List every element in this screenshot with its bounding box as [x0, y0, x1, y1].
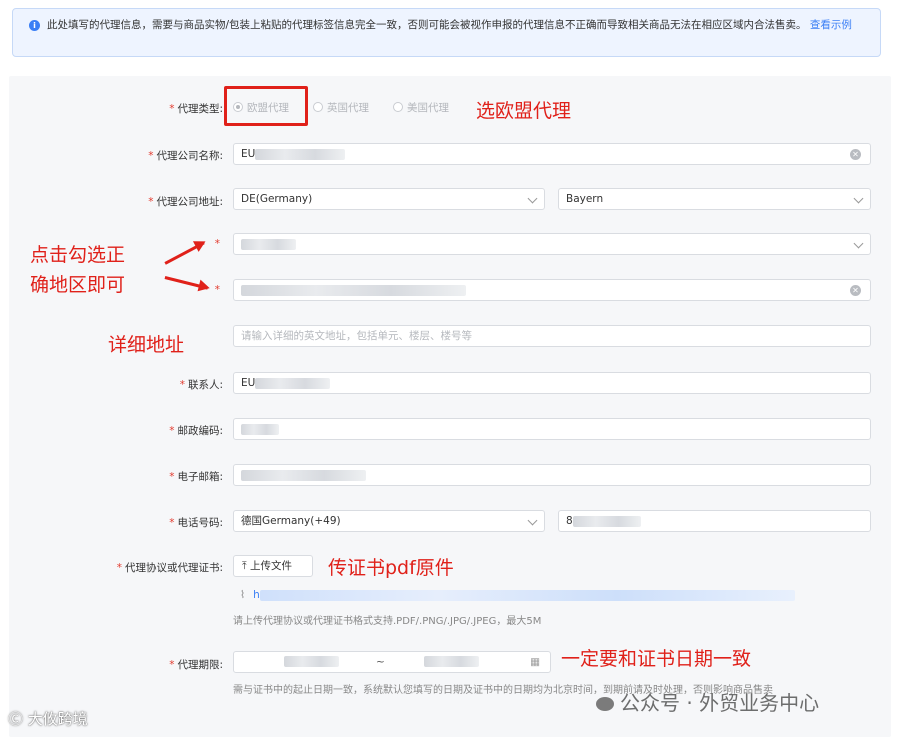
radio-empty-icon: [393, 102, 403, 112]
detail-address-input[interactable]: 请输入详细的英文地址，包括单元、楼层、楼号等: [233, 325, 871, 347]
redacted-text: [241, 469, 366, 481]
period-label: * 代理期限:: [169, 659, 223, 671]
clear-icon[interactable]: ✕: [850, 285, 861, 296]
date-range-picker[interactable]: ~ ▦: [233, 651, 551, 673]
redacted-text: [284, 656, 339, 667]
email-label: * 电子邮箱:: [169, 471, 223, 483]
annotation-date-match: 一定要和证书日期一致: [561, 648, 752, 670]
highlight-box: [224, 86, 308, 126]
date-separator: ~: [376, 656, 385, 668]
company-name-input[interactable]: EU ✕: [233, 143, 871, 165]
attachment-icon: ⌇: [240, 589, 246, 601]
annotation-choose-eu: 选欧盟代理: [476, 100, 572, 122]
postcode-label: * 邮政编码:: [169, 425, 223, 437]
upload-file-button[interactable]: ⤒ 上传文件: [233, 555, 313, 577]
annotation-upload-pdf: 传证书pdf原件: [328, 557, 454, 579]
annotation-detail-address: 详细地址: [108, 334, 185, 356]
redacted-text: [241, 238, 296, 250]
email-input[interactable]: [233, 464, 871, 486]
city-required-mark: *: [214, 238, 220, 250]
calendar-icon: ▦: [530, 656, 540, 668]
radio-us-agent[interactable]: 美国代理: [393, 100, 449, 115]
contact-label: * 联系人:: [179, 379, 223, 391]
company-address-label: * 代理公司地址:: [148, 196, 223, 208]
wechat-icon: [596, 697, 614, 711]
annotation-click-region: 点击勾选正 确地区即可: [30, 244, 126, 296]
postcode-input[interactable]: [233, 418, 871, 440]
notice-banner: i 此处填写的代理信息，需要与商品实物/包装上粘贴的代理标签信息完全一致，否则可…: [12, 8, 881, 57]
street-input[interactable]: ✕: [233, 279, 871, 301]
uploaded-file-link[interactable]: ⌇ h: [240, 589, 795, 601]
phone-number-input[interactable]: 8: [558, 510, 871, 532]
chevron-down-icon: [527, 193, 538, 204]
agent-type-label: * 代理类型:: [169, 103, 223, 115]
street-required-mark: *: [214, 284, 220, 296]
form-panel: [9, 76, 891, 737]
redacted-text: [241, 423, 279, 435]
phone-label: * 电话号码:: [169, 517, 223, 529]
notice-text: 此处填写的代理信息，需要与商品实物/包装上粘贴的代理标签信息完全一致，否则可能会…: [47, 19, 807, 31]
redacted-text: [259, 589, 795, 601]
certificate-hint: 请上传代理协议或代理证书格式支持.PDF/.PNG/.JPG/.JPEG，最大5…: [233, 616, 542, 627]
redacted-text: [241, 284, 466, 296]
info-icon: i: [29, 20, 40, 31]
chevron-down-icon: [527, 515, 538, 526]
radio-empty-icon: [313, 102, 323, 112]
radio-uk-agent[interactable]: 英国代理: [313, 100, 369, 115]
chevron-down-icon: [853, 238, 864, 249]
city-select[interactable]: [233, 233, 871, 255]
view-example-link[interactable]: 查看示例: [810, 19, 852, 31]
watermark-left: Ⓒ 大攸跨境: [8, 710, 88, 728]
upload-icon: ⤒: [242, 560, 247, 572]
state-select[interactable]: Bayern: [558, 188, 871, 210]
contact-input[interactable]: EU: [233, 372, 871, 394]
phone-country-select[interactable]: 德国Germany(+49): [233, 510, 545, 532]
country-select[interactable]: DE(Germany): [233, 188, 545, 210]
redacted-text: [255, 148, 346, 160]
chevron-down-icon: [853, 193, 864, 204]
clear-icon[interactable]: ✕: [850, 149, 861, 160]
watermark-right: 公众号 · 外贸业务中心: [596, 687, 819, 716]
redacted-text: [255, 377, 331, 389]
company-name-label: * 代理公司名称:: [148, 150, 223, 162]
redacted-text: [424, 656, 479, 667]
certificate-label: * 代理协议或代理证书:: [116, 562, 223, 574]
redacted-text: [572, 515, 641, 527]
brand-logo-icon: Ⓒ: [8, 710, 24, 728]
